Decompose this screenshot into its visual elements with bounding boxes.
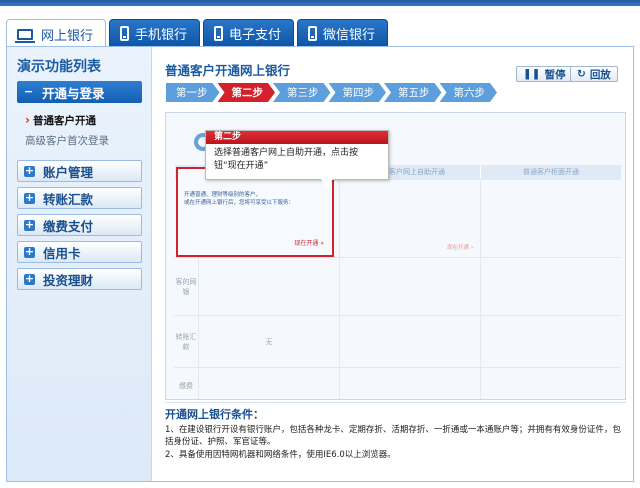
condition-item: 1、在建设银行开设有银行账户，包括各种龙卡、定期存折、活期存折、一折通或一本通账… <box>165 425 621 447</box>
page-title: 普通客户开通网上银行 <box>165 63 291 78</box>
sidebar-group-label: 开通与登录 <box>42 85 105 101</box>
sidebar-item-advanced-login[interactable]: 高级客户首次登录 <box>25 133 109 148</box>
phone-icon <box>120 25 130 41</box>
grid-cell <box>198 368 339 399</box>
grid-cell: 现在开通 » <box>339 180 480 257</box>
callout-body: 选择普通客户网上自助开通，点击按钮“现在开通” <box>214 148 359 171</box>
step-3: 第三步 <box>273 83 331 102</box>
tab-e-payment[interactable]: 电子支付 <box>203 19 295 47</box>
minus-icon: − <box>23 84 34 98</box>
step-4: 第四步 <box>329 83 387 102</box>
callout-tail <box>321 179 333 188</box>
plus-icon: + <box>24 271 35 285</box>
pause-icon: ❚❚ <box>523 68 541 80</box>
plus-icon: + <box>24 244 35 258</box>
phone-icon <box>214 25 224 41</box>
divider <box>165 402 626 403</box>
top-tabs: 网上银行 手机银行 电子支付 微信银行 <box>6 19 389 48</box>
callout-title: 第二步 <box>206 131 388 144</box>
tab-wechat-banking[interactable]: 微信银行 <box>297 19 389 47</box>
sidebar-group-label: 账户管理 <box>43 164 94 180</box>
grid-cell <box>480 180 621 257</box>
sidebar-group-label: 信用卡 <box>43 245 81 261</box>
grid-cell <box>339 316 480 367</box>
sidebar-group-investment[interactable]: + 投资理财 <box>17 268 142 290</box>
sidebar-group-payment[interactable]: + 缴费支付 <box>17 214 142 236</box>
grid-head-cell: 普通客户柜面开通 <box>480 165 621 179</box>
sidebar-group-label: 缴费支付 <box>43 218 94 234</box>
tab-label: 微信银行 <box>323 27 376 43</box>
grid-cell <box>480 368 621 399</box>
step-2: 第二步 <box>218 83 276 102</box>
tab-label: 手机银行 <box>135 27 188 43</box>
grid-cell <box>339 258 480 315</box>
sidebar-item-normal-open[interactable]: 普通客户开通 <box>25 113 96 128</box>
replay-button[interactable]: ↻ 回放 <box>570 66 618 82</box>
highlighted-self-service-option[interactable]: 开通普通、理财等级别的客户， 或在开通网上银行后，您将可享受以下服务： 现在开通 … <box>176 167 334 257</box>
row-label: 客的网银 <box>175 277 197 296</box>
sidebar-group-account[interactable]: + 账户管理 <box>17 160 142 182</box>
step-callout: 第二步 选择普通客户网上自助开通，点击按钮“现在开通” <box>205 130 389 188</box>
row-label: 转账汇款 <box>175 332 197 351</box>
sidebar-group-label: 转账汇款 <box>43 191 94 207</box>
step-progress: 第一步 第二步 第三步 第四步 第五步 第六步 <box>166 83 495 102</box>
sidebar-title: 演示功能列表 <box>17 59 101 75</box>
grid-row: 客的网银 <box>174 257 621 315</box>
grid-cell <box>480 258 621 315</box>
sidebar-group-open-login[interactable]: − 开通与登录 <box>17 81 142 103</box>
plus-icon: + <box>24 163 35 177</box>
pause-button[interactable]: ❚❚ 暂停 <box>516 66 573 82</box>
grid-row: 缴费 <box>174 367 621 399</box>
grid-row: 转账汇款 无 <box>174 315 621 367</box>
step-5: 第五步 <box>384 83 442 102</box>
top-bar <box>0 0 640 6</box>
demo-open-button: 现在开通 » <box>446 245 474 251</box>
tab-label: 网上银行 <box>41 28 94 44</box>
step-1: 第一步 <box>166 83 220 102</box>
sidebar-group-transfer[interactable]: + 转账汇款 <box>17 187 142 209</box>
grid-cell: 无 <box>198 316 339 367</box>
tab-label: 电子支付 <box>229 27 282 43</box>
monitor-icon <box>15 28 35 43</box>
phone-icon <box>308 25 318 41</box>
grid-cell <box>339 368 480 399</box>
tab-online-banking[interactable]: 网上银行 <box>6 19 107 48</box>
step-6: 第六步 <box>440 83 498 102</box>
sidebar-group-credit-card[interactable]: + 信用卡 <box>17 241 142 263</box>
conditions-title: 开通网上银行条件： <box>165 408 264 421</box>
condition-item: 2、具备使用因特网机器和网络条件，使用IE6.0以上浏览器。 <box>165 450 396 460</box>
row-label: 缴费 <box>179 381 193 390</box>
replay-icon: ↻ <box>577 68 586 80</box>
sidebar-group-label: 投资理财 <box>43 272 94 288</box>
tab-mobile-banking[interactable]: 手机银行 <box>109 19 201 47</box>
plus-icon: + <box>24 190 35 204</box>
plus-icon: + <box>24 217 35 231</box>
open-now-button[interactable]: 现在开通 » <box>294 238 324 247</box>
grid-cell <box>480 316 621 367</box>
highlight-text: 开通普通、理财等级别的客户， 或在开通网上银行后，您将可享受以下服务： <box>184 192 295 206</box>
sidebar: 演示功能列表 − 开通与登录 普通客户开通 高级客户首次登录 + 账户管理 + … <box>7 47 152 481</box>
grid-cell <box>198 258 339 315</box>
